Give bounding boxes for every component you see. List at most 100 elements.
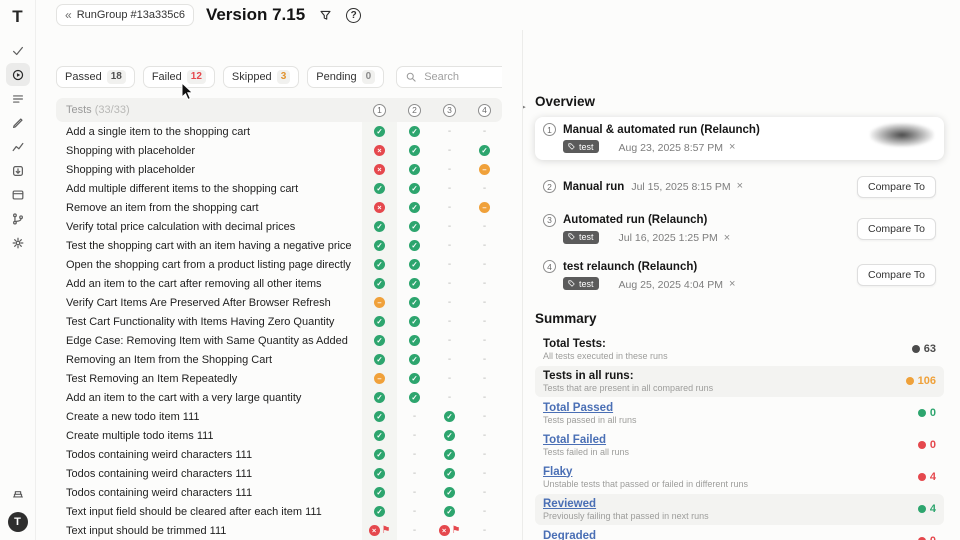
remove-run-icon[interactable]: × <box>729 279 735 290</box>
table-row[interactable]: Add multiple different items to the shop… <box>56 179 502 198</box>
sidebar-item-check[interactable] <box>6 39 30 62</box>
sidebar-item-settings[interactable] <box>6 231 30 254</box>
sidebar-item-library[interactable] <box>6 481 30 504</box>
table-row[interactable]: Shopping with placeholder×✓-✓ <box>56 141 502 160</box>
run-number-icon: 2 <box>408 104 421 117</box>
status-cell: ✓ <box>432 407 467 426</box>
table-row[interactable]: Add an item to the cart with a very larg… <box>56 388 502 407</box>
summary-row[interactable]: Total PassedTests passed in all runs0 <box>535 398 944 429</box>
remove-run-icon[interactable]: × <box>737 181 743 192</box>
table-row[interactable]: Test Cart Functionality with Items Havin… <box>56 312 502 331</box>
summary-label[interactable]: Flaky <box>543 466 918 478</box>
summary-label[interactable]: Total Failed <box>543 434 918 446</box>
filter-chip-skipped[interactable]: Skipped3 <box>223 66 299 88</box>
filter-funnel-button[interactable] <box>317 7 334 24</box>
summary-row[interactable]: FlakyUnstable tests that passed or faile… <box>535 462 944 493</box>
compare-to-button[interactable]: Compare To <box>857 218 936 240</box>
summary-count: 4 <box>930 503 936 515</box>
status-cell: ✓ <box>432 502 467 521</box>
search-input[interactable] <box>422 70 502 84</box>
run-date: Jul 16, 2025 1:25 PM× <box>619 232 731 244</box>
sidebar-item-runs[interactable] <box>6 63 30 86</box>
status-none-icon: - <box>448 335 451 346</box>
run-item[interactable]: 3Automated run (Relaunch)testJul 16, 202… <box>535 208 944 251</box>
table-row[interactable]: Todos containing weird characters 111✓-✓… <box>56 483 502 502</box>
table-row[interactable]: Test the shopping cart with an item havi… <box>56 236 502 255</box>
summary-row[interactable]: Total Tests:All tests executed in these … <box>535 334 944 365</box>
run-item[interactable]: 1Manual & automated run (Relaunch)testAu… <box>535 117 944 160</box>
table-row[interactable]: Removing an Item from the Shopping Cart✓… <box>56 350 502 369</box>
sidebar-item-branch[interactable] <box>6 207 30 230</box>
help-icon[interactable]: ? <box>346 8 361 23</box>
status-cell: - <box>467 217 502 236</box>
status-none-icon: - <box>483 221 486 232</box>
table-row[interactable]: Verify total price calculation with deci… <box>56 217 502 236</box>
search-icon <box>405 71 417 83</box>
table-row[interactable]: Todos containing weird characters 111✓-✓… <box>56 445 502 464</box>
status-pass-icon: ✓ <box>374 392 385 403</box>
status-cell: - <box>397 407 432 426</box>
status-none-icon: - <box>448 392 451 403</box>
table-row[interactable]: Add a single item to the shopping cart✓✓… <box>56 122 502 141</box>
status-cell: - <box>397 426 432 445</box>
status-none-icon: - <box>448 126 451 137</box>
user-avatar[interactable]: T <box>8 512 28 532</box>
table-row[interactable]: Open the shopping cart from a product li… <box>56 255 502 274</box>
table-row[interactable]: Test Removing an Item Repeatedly–✓-- <box>56 369 502 388</box>
sidebar-item-export[interactable] <box>6 159 30 182</box>
tests-count: (33/33) <box>95 104 130 116</box>
summary-row-text: FlakyUnstable tests that passed or faile… <box>543 466 918 489</box>
compare-to-button[interactable]: Compare To <box>857 264 936 286</box>
status-cell: - <box>467 236 502 255</box>
filter-chip-passed[interactable]: Passed18 <box>56 66 135 88</box>
filter-chip-failed[interactable]: Failed12 <box>143 66 215 88</box>
table-row[interactable]: Todos containing weird characters 111✓-✓… <box>56 464 502 483</box>
remove-run-icon[interactable]: × <box>724 233 730 244</box>
status-cell: - <box>467 122 502 141</box>
run-item[interactable]: 2Manual runJul 15, 2025 8:15 PM×Compare … <box>535 170 944 204</box>
status-cell: - <box>467 369 502 388</box>
status-pass-icon: ✓ <box>409 335 420 346</box>
sidebar-item-card[interactable] <box>6 183 30 206</box>
status-cell: ✓ <box>362 426 397 445</box>
table-row[interactable]: Text input field should be cleared after… <box>56 502 502 521</box>
status-none-icon: - <box>413 525 416 536</box>
sidebar: T T <box>0 0 36 540</box>
run-name: Manual run <box>563 181 624 193</box>
status-none-icon: - <box>483 506 486 517</box>
table-row[interactable]: Verify Cart Items Are Preserved After Br… <box>56 293 502 312</box>
summary-row[interactable]: ReviewedPreviously failing that passed i… <box>535 494 944 525</box>
summary-label[interactable]: Total Passed <box>543 402 918 414</box>
table-row[interactable]: Remove an item from the shopping cart×✓-… <box>56 198 502 217</box>
test-name: Todos containing weird characters 111 <box>66 487 362 499</box>
table-row[interactable]: Edge Case: Removing Item with Same Quant… <box>56 331 502 350</box>
summary-label[interactable]: Degraded <box>543 530 918 540</box>
summary-label[interactable]: Reviewed <box>543 498 918 510</box>
sidebar-item-list[interactable] <box>6 87 30 110</box>
tests-panel: Passed18Failed12Skipped3Pending0 Tests (… <box>36 30 502 540</box>
collapse-panel-icon[interactable]: ▸ <box>522 98 531 114</box>
summary-row[interactable]: DegradedPreviously passed that failed in… <box>535 526 944 540</box>
sidebar-item-analytics[interactable] <box>6 135 30 158</box>
status-cell: ✓ <box>397 217 432 236</box>
table-row[interactable]: Create a new todo item 111✓-✓- <box>56 407 502 426</box>
summary-row[interactable]: Tests in all runs:Tests that are present… <box>535 366 944 397</box>
filter-chip-pending[interactable]: Pending0 <box>307 66 384 88</box>
remove-run-icon[interactable]: × <box>729 142 735 153</box>
test-name: Create multiple todo items 111 <box>66 430 362 442</box>
test-name: Text input should be trimmed 111 <box>66 525 362 537</box>
run-group-back-button[interactable]: « RunGroup #13a335c6 <box>56 4 194 26</box>
table-row[interactable]: Create multiple todo items 111✓-✓- <box>56 426 502 445</box>
run-item[interactable]: 4test relaunch (Relaunch)testAug 25, 202… <box>535 254 944 297</box>
status-cell: - <box>467 464 502 483</box>
summary-row[interactable]: Total FailedTests failed in all runs0 <box>535 430 944 461</box>
table-row[interactable]: Text input should be trimmed 111×⚑-×⚑- <box>56 521 502 540</box>
status-none-icon: - <box>483 487 486 498</box>
compare-to-button[interactable]: Compare To <box>857 176 936 198</box>
table-row[interactable]: Add an item to the cart after removing a… <box>56 274 502 293</box>
overview-title: Overview <box>535 94 944 109</box>
status-cell: ✓ <box>397 350 432 369</box>
run-item-main: 4test relaunch (Relaunch)testAug 25, 202… <box>543 260 857 291</box>
table-row[interactable]: Shopping with placeholder×✓-– <box>56 160 502 179</box>
sidebar-item-wand[interactable] <box>6 111 30 134</box>
